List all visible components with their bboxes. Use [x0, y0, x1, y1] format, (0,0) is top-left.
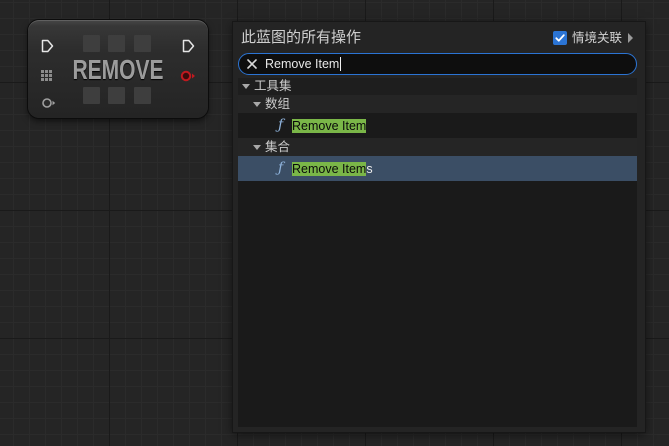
chevron-right-icon[interactable]	[628, 33, 633, 43]
function-icon: ƒ	[278, 160, 284, 176]
action-item-remove-items[interactable]: ƒ Remove Items	[238, 156, 637, 181]
array-pin-icon[interactable]	[41, 70, 52, 81]
category-label: 工具集	[254, 79, 292, 93]
bool-pin-icon[interactable]	[180, 70, 196, 82]
node-pattern-square	[83, 35, 100, 52]
chevron-down-icon[interactable]	[242, 84, 250, 89]
context-sensitive-checkbox[interactable]	[553, 31, 567, 45]
node-pattern-square	[83, 87, 100, 104]
chevron-down-icon[interactable]	[253, 145, 261, 150]
search-text-wrapper: Remove Item	[265, 54, 342, 74]
category-row-utilities[interactable]: 工具集	[238, 78, 637, 95]
action-label: Remove Item	[292, 119, 367, 133]
context-sensitive-label[interactable]: 情境关联	[572, 30, 622, 46]
menu-title: 此蓝图的所有操作	[241, 29, 362, 46]
function-icon: ƒ	[278, 117, 284, 133]
action-label-rest: s	[366, 162, 373, 176]
exec-in-pin-icon[interactable]	[41, 39, 54, 53]
chevron-down-icon[interactable]	[253, 102, 261, 107]
category-label: 集合	[265, 140, 291, 154]
checkmark-icon	[555, 34, 565, 42]
search-match-highlight: Remove Item	[292, 162, 367, 176]
node-pattern-square	[134, 87, 151, 104]
search-match-highlight: Remove Item	[292, 119, 367, 133]
action-label: Remove Items	[292, 162, 373, 176]
search-input[interactable]: Remove Item	[238, 53, 637, 75]
graph-canvas[interactable]: REMOVE 此蓝图的所有操作 情境关联 Remove Item 工具集 数组 …	[0, 0, 669, 446]
close-icon[interactable]	[247, 59, 257, 69]
text-caret	[340, 56, 342, 71]
action-item-remove-item[interactable]: ƒ Remove Item	[238, 113, 637, 138]
category-row-set[interactable]: 集合	[238, 138, 637, 156]
action-menu: 此蓝图的所有操作 情境关联 Remove Item 工具集 数组 ƒ Remov…	[233, 22, 645, 432]
node-pattern-square	[134, 35, 151, 52]
category-row-array[interactable]: 数组	[238, 95, 637, 113]
remove-node[interactable]: REMOVE	[28, 20, 208, 118]
exec-out-pin-icon[interactable]	[182, 39, 195, 53]
node-title: REMOVE	[72, 54, 164, 85]
wildcard-pin-icon[interactable]	[41, 97, 57, 109]
node-pattern-square	[108, 35, 125, 52]
node-pattern-square	[108, 87, 125, 104]
search-text: Remove Item	[265, 57, 340, 71]
action-list[interactable]: 工具集 数组 ƒ Remove Item 集合 ƒ Remove Items	[238, 78, 637, 427]
category-label: 数组	[265, 97, 291, 111]
